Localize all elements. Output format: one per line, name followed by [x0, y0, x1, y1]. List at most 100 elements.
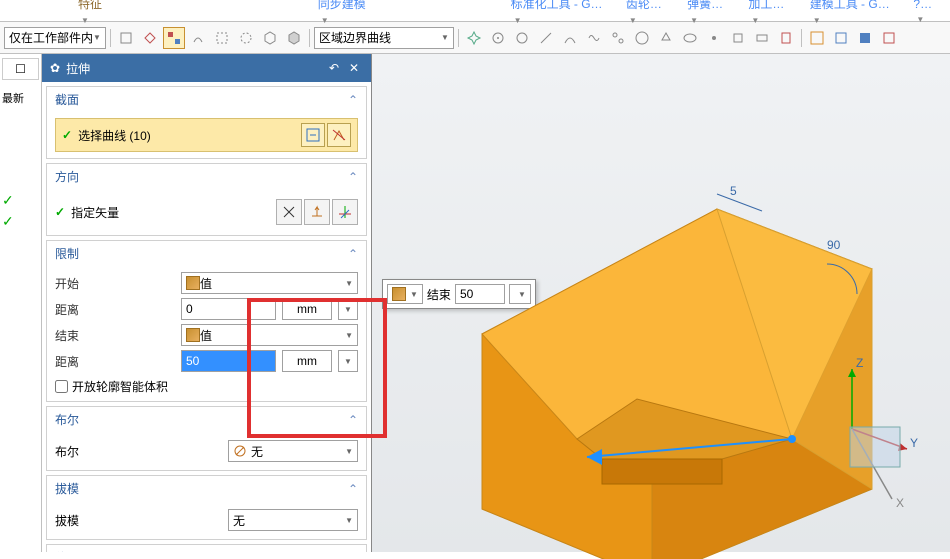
tool-btn-4[interactable] — [187, 27, 209, 49]
sketch-btn-1[interactable] — [301, 123, 325, 147]
boolean-dropdown[interactable]: 无 — [228, 440, 358, 462]
vector-label: 指定矢量 — [71, 204, 119, 221]
tab-sync[interactable]: 同步建模 — [310, 0, 383, 28]
section-offset: 偏置⌃ — [46, 544, 367, 552]
draft-label: 拔模 — [55, 512, 155, 529]
tab-spring[interactable]: 弹簧… — [679, 0, 740, 28]
rail-checkbox[interactable]: ☐ — [2, 58, 39, 80]
tool-btn-8[interactable] — [283, 27, 305, 49]
open-profile-checkbox[interactable] — [55, 380, 68, 393]
tool-view-3[interactable] — [854, 27, 876, 49]
float-type-dropdown[interactable] — [387, 284, 423, 304]
mode-dropdown[interactable]: 仅在工作部件内 — [4, 27, 106, 49]
open-profile-label: 开放轮廓智能体积 — [72, 378, 168, 395]
tool-nav-5[interactable] — [559, 27, 581, 49]
toolbar: 仅在工作部件内 区域边界曲线 — [0, 22, 950, 54]
undo-icon[interactable]: ↶ — [325, 59, 343, 77]
curve-dropdown[interactable]: 区域边界曲线 — [314, 27, 454, 49]
start-label: 开始 — [55, 275, 175, 292]
tool-nav-3[interactable] — [511, 27, 533, 49]
section-head-boolean[interactable]: 布尔⌃ — [47, 407, 366, 432]
section-head-section[interactable]: 截面⌃ — [47, 87, 366, 112]
tool-nav-9[interactable] — [655, 27, 677, 49]
section-boolean: 布尔⌃ 布尔 无 — [46, 406, 367, 471]
panel-header: ✿ 拉伸 ↶ ✕ — [42, 54, 371, 82]
tool-nav-10[interactable] — [679, 27, 701, 49]
rail-check-1: ✓ — [2, 192, 39, 209]
tool-btn-6[interactable] — [235, 27, 257, 49]
unit-label-2: mm — [282, 350, 332, 372]
tool-btn-5[interactable] — [211, 27, 233, 49]
start-type-dropdown[interactable]: 值 — [181, 272, 358, 294]
section-section: 截面⌃ ✓ 选择曲线 (10) — [46, 86, 367, 159]
end-dist-input[interactable] — [181, 350, 276, 372]
section-head-draft[interactable]: 拔模⌃ — [47, 476, 366, 501]
unit-label: mm — [282, 298, 332, 320]
tool-nav-12[interactable] — [727, 27, 749, 49]
cube-icon — [392, 287, 406, 301]
end-dist-label: 距离 — [55, 353, 175, 370]
tab-modeling[interactable]: 建模工具 - G… — [802, 0, 906, 28]
tab-gear[interactable]: 齿轮… — [618, 0, 679, 28]
select-curve-row[interactable]: ✓ 选择曲线 (10) — [55, 118, 358, 152]
cube-icon — [186, 276, 200, 290]
viewport[interactable]: 结束 5 90 — [372, 54, 950, 552]
dim-top: 5 — [730, 184, 737, 198]
gear-icon: ✿ — [50, 61, 60, 75]
tool-nav-6[interactable] — [583, 27, 605, 49]
vec-btn-2[interactable] — [304, 199, 330, 225]
tab-feature[interactable]: 特征 — [70, 0, 120, 28]
axis-y: Y — [910, 436, 918, 450]
extrude-panel: ✿ 拉伸 ↶ ✕ 截面⌃ ✓ 选择曲线 (10) — [42, 54, 372, 552]
model-3d: 5 90 Z Y X — [422, 139, 922, 559]
unit-caret[interactable]: ▼ — [338, 298, 358, 320]
tool-view-4[interactable] — [878, 27, 900, 49]
section-head-direction[interactable]: 方向⌃ — [47, 164, 366, 189]
tool-btn-7[interactable] — [259, 27, 281, 49]
tool-nav-13[interactable] — [751, 27, 773, 49]
tool-nav-1[interactable] — [463, 27, 485, 49]
axis-z: Z — [856, 356, 863, 370]
dim-angle: 90 — [827, 238, 841, 252]
section-head-limit[interactable]: 限制⌃ — [47, 241, 366, 266]
tool-view-1[interactable] — [806, 27, 828, 49]
cube-icon — [186, 328, 200, 342]
start-dist-input[interactable] — [181, 298, 276, 320]
none-icon — [233, 444, 247, 458]
section-head-offset[interactable]: 偏置⌃ — [47, 545, 366, 552]
close-icon[interactable]: ✕ — [345, 59, 363, 77]
check-icon: ✓ — [55, 205, 65, 219]
vec-btn-1[interactable] — [276, 199, 302, 225]
tab-help[interactable]: ?… — [905, 0, 950, 27]
select-curve-label: 选择曲线 (10) — [78, 127, 151, 144]
section-draft: 拔模⌃ 拔模 无 — [46, 475, 367, 540]
left-rail: ☐ 最新 ✓ ✓ — [0, 54, 42, 552]
section-direction: 方向⌃ ✓ 指定矢量 — [46, 163, 367, 236]
tab-machining[interactable]: 加工… — [740, 0, 801, 28]
tool-btn-1[interactable] — [115, 27, 137, 49]
tab-std[interactable]: 标准化工具 - G… — [503, 0, 618, 28]
draft-dropdown[interactable]: 无 — [228, 509, 358, 531]
tool-nav-4[interactable] — [535, 27, 557, 49]
tool-btn-2[interactable] — [139, 27, 161, 49]
tool-nav-2[interactable] — [487, 27, 509, 49]
rail-check-2: ✓ — [2, 213, 39, 230]
topbar: 特征 同步建模 标准化工具 - G… 齿轮… 弹簧… 加工… 建模工具 - G…… — [0, 0, 950, 22]
tool-nav-11[interactable] — [703, 27, 725, 49]
tool-view-2[interactable] — [830, 27, 852, 49]
sketch-btn-2[interactable] — [327, 123, 351, 147]
unit-caret-2[interactable]: ▼ — [338, 350, 358, 372]
tool-btn-3[interactable] — [163, 27, 185, 49]
axis-x: X — [896, 496, 904, 510]
tool-nav-7[interactable] — [607, 27, 629, 49]
start-dist-label: 距离 — [55, 301, 175, 318]
rail-label: 最新 — [2, 88, 39, 108]
panel-title: 拉伸 — [66, 60, 90, 77]
boolean-label: 布尔 — [55, 443, 155, 460]
section-limit: 限制⌃ 开始 值 距离 mm ▼ 结束 值 距离 mm — [46, 240, 367, 402]
tool-nav-14[interactable] — [775, 27, 797, 49]
check-icon: ✓ — [62, 128, 72, 142]
tool-nav-8[interactable] — [631, 27, 653, 49]
vec-btn-3[interactable] — [332, 199, 358, 225]
end-type-dropdown[interactable]: 值 — [181, 324, 358, 346]
